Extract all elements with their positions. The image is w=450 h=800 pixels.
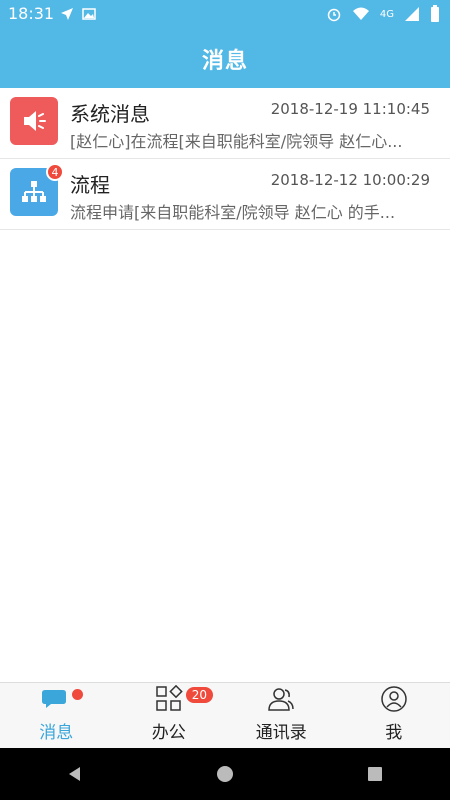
nav-back-button[interactable] <box>55 754 95 794</box>
tab-messages[interactable]: 消息 <box>0 683 113 749</box>
unread-badge: 4 <box>46 163 64 181</box>
network-type: 4G <box>379 8 394 20</box>
tab-label: 通讯录 <box>255 723 307 743</box>
message-title: 流程 <box>70 173 110 197</box>
message-row-system[interactable]: 系统消息 2018-12-19 11:10:45 [赵仁心]在流程[来自职能科室… <box>0 88 450 159</box>
back-triangle-icon <box>69 767 80 781</box>
status-time: 18:31 <box>8 4 55 23</box>
wifi-icon <box>352 7 369 20</box>
system-navigation-bar <box>0 748 450 800</box>
message-row-workflow[interactable]: 4 流程 2018-12-12 10:00:29 流程申请[来自职能科室/院领导… <box>0 159 450 230</box>
send-icon <box>61 8 73 20</box>
chat-icon <box>42 690 67 708</box>
tab-contacts[interactable]: 通讯录 <box>225 683 338 749</box>
tab-label: 消息 <box>39 723 74 743</box>
status-bar: 18:31 4G <box>0 0 450 30</box>
message-preview: [赵仁心]在流程[来自职能科室/院领导 赵仁心... <box>70 132 403 151</box>
battery-icon <box>431 5 439 22</box>
profile-icon <box>381 686 407 712</box>
contacts-icon <box>268 688 294 711</box>
home-circle-icon <box>217 766 233 782</box>
signal-icon <box>405 7 419 21</box>
nav-recents-button[interactable] <box>355 754 395 794</box>
tab-label: 办公 <box>151 723 186 743</box>
message-avatar <box>10 97 58 145</box>
page-title: 消息 <box>201 49 248 74</box>
message-time: 2018-12-19 11:10:45 <box>270 100 430 118</box>
message-time: 2018-12-12 10:00:29 <box>270 171 430 189</box>
speaker-icon <box>24 111 46 131</box>
unread-dot <box>71 689 83 700</box>
message-list: 系统消息 2018-12-19 11:10:45 [赵仁心]在流程[来自职能科室… <box>0 88 450 230</box>
message-title: 系统消息 <box>70 102 150 126</box>
tab-label: 我 <box>385 723 403 743</box>
message-preview: 流程申请[来自职能科室/院领导 赵仁心 的手... <box>70 203 396 222</box>
office-badge: 20 <box>185 687 213 703</box>
org-chart-icon <box>22 181 46 202</box>
recents-square-icon <box>368 767 382 781</box>
tab-me[interactable]: 我 <box>338 683 450 749</box>
bottom-tab-bar: 消息 20 办公 通讯录 我 <box>0 682 450 749</box>
alarm-icon <box>327 8 341 22</box>
app-header: 消息 <box>0 30 450 88</box>
tab-office[interactable]: 20 办公 <box>113 683 226 749</box>
nav-home-button[interactable] <box>205 754 245 794</box>
image-icon <box>82 8 96 20</box>
apps-icon <box>156 685 183 711</box>
